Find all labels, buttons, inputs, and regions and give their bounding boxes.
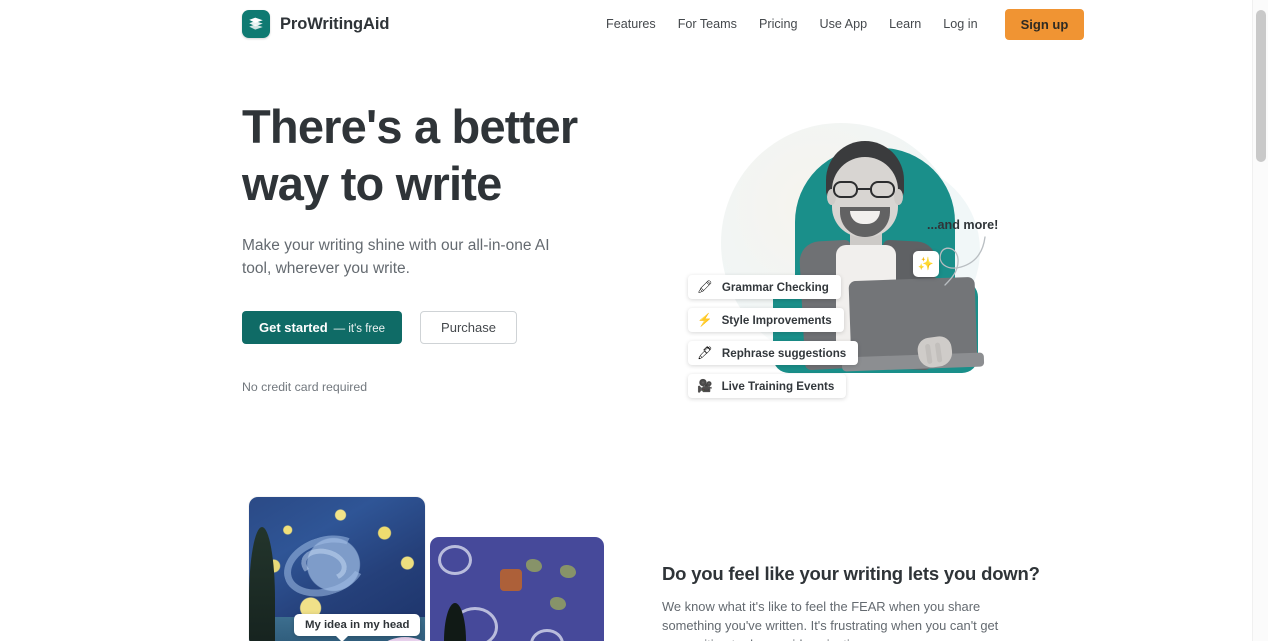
glasses-icon (832, 181, 898, 198)
lower-section-body: We know what it's like to feel the FEAR … (662, 599, 999, 641)
hero-illustration: 🖍 Grammar Checking ⚡ Style Improvements … (655, 103, 1015, 443)
and-more-label: ...and more! (927, 218, 999, 232)
feature-tag-rephrase-suggestions: 🖊 Rephrase suggestions (688, 341, 859, 365)
doodle-arrow-icon (939, 236, 986, 286)
sign-up-button[interactable]: Sign up (1004, 8, 1085, 40)
painting-cypress-tree (249, 527, 275, 641)
get-started-button[interactable]: Get started — it's free (242, 311, 403, 344)
drawing-moon (500, 569, 522, 591)
video-camera-icon: 🎥 (697, 378, 713, 393)
main-nav: Features For Teams Pricing Use App Learn… (600, 0, 1085, 48)
glasses-lens-right (870, 181, 895, 198)
feature-tag-label: Style Improvements (721, 313, 832, 327)
drawing-star-1 (526, 559, 542, 572)
brand-name: ProWritingAid (280, 14, 390, 33)
nav-item-for-teams[interactable]: For Teams (667, 0, 748, 48)
childs-drawing-image (430, 537, 604, 641)
feature-tag-list: 🖍 Grammar Checking ⚡ Style Improvements … (688, 275, 859, 398)
hero-subtitle: Make your writing shine with our all-in-… (242, 237, 550, 277)
nav-item-learn[interactable]: Learn (878, 0, 932, 48)
nav-item-use-app[interactable]: Use App (808, 0, 878, 48)
pen-icon: 🖊 (697, 345, 713, 360)
nav-item-pricing[interactable]: Pricing (748, 0, 809, 48)
lower-section: My idea in my head Do you feel like your… (0, 468, 1252, 641)
get-started-note: — it's free (333, 323, 386, 335)
hero-copy: There's a better way to write Make your … (242, 98, 642, 394)
drawing-swirl-3 (530, 629, 564, 641)
site-header: ProWritingAid Features For Teams Pricing… (0, 0, 1252, 48)
book-logo-icon (242, 10, 270, 38)
drawing-swirl-1 (438, 545, 472, 575)
feature-tag-label: Rephrase suggestions (721, 346, 847, 360)
nav-item-features[interactable]: Features (600, 0, 667, 48)
hero-actions: Get started — it's free Purchase (242, 311, 642, 344)
lower-section-title: Do you feel like your writing lets you d… (662, 563, 1040, 584)
hero-section: There's a better way to write Make your … (0, 48, 1252, 468)
idea-caption-bubble: My idea in my head (294, 614, 421, 641)
nav-item-log-in[interactable]: Log in (932, 0, 988, 48)
feature-tag-label: Live Training Events (721, 379, 835, 393)
feature-tag-grammar-checking: 🖍 Grammar Checking (688, 275, 841, 299)
drawing-star-3 (550, 597, 566, 610)
get-started-label: Get started (259, 320, 328, 335)
no-credit-card-note: No credit card required (242, 380, 368, 394)
brand-logo-link[interactable]: ProWritingAid (242, 10, 389, 38)
feature-tag-live-training-events: 🎥 Live Training Events (688, 374, 847, 398)
lightning-bolt-icon: ⚡ (697, 312, 713, 327)
sparkle-badge-icon: ✨ (913, 251, 939, 277)
page-viewport: ProWritingAid Features For Teams Pricing… (0, 0, 1252, 641)
hero-title: There's a better way to write (242, 100, 578, 210)
glasses-bridge (858, 188, 870, 190)
crayon-icon: 🖍 (697, 279, 713, 294)
feature-tag-label: Grammar Checking (721, 280, 829, 294)
glasses-lens-left (833, 181, 858, 198)
lower-copy: Do you feel like your writing lets you d… (662, 563, 1040, 641)
browser-page: ProWritingAid Features For Teams Pricing… (0, 0, 1268, 641)
scrollbar-thumb[interactable] (1256, 10, 1266, 162)
idea-vs-reality-illustration: My idea in my head (249, 497, 604, 641)
feature-tag-style-improvements: ⚡ Style Improvements (688, 308, 844, 332)
drawing-star-2 (560, 565, 576, 578)
page-scrollbar[interactable] (1252, 0, 1268, 641)
purchase-button[interactable]: Purchase (420, 311, 517, 344)
